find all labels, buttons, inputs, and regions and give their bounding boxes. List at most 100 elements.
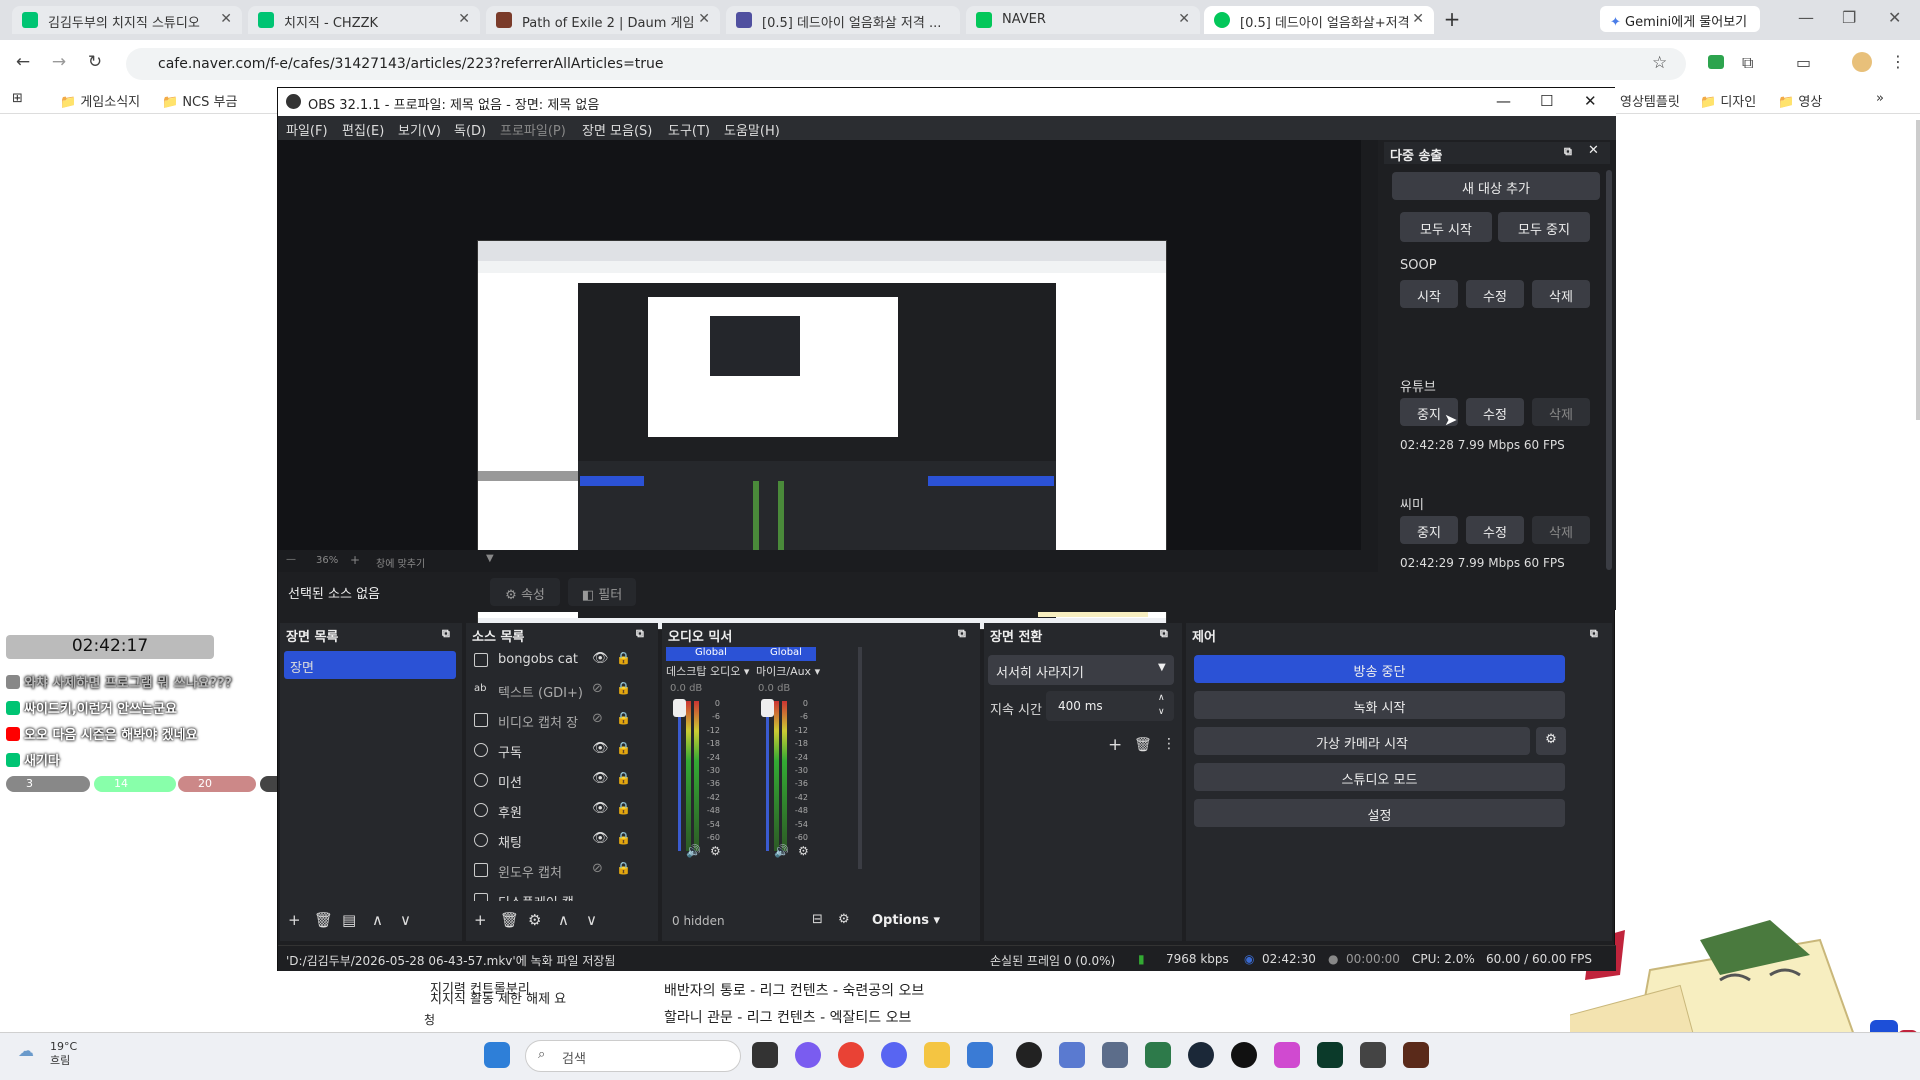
eye-hidden-icon[interactable]: ⊘ <box>592 681 603 696</box>
add-icon[interactable]: + <box>1108 735 1122 755</box>
move-down-icon[interactable]: ∨ <box>586 911 597 929</box>
preview-canvas[interactable] <box>278 140 1378 630</box>
transition-type-select[interactable]: 서서히 사라지기 ▼ <box>988 655 1174 685</box>
multistream-scrollbar[interactable] <box>1606 170 1612 570</box>
mixer-settings-icon[interactable]: ⚙ <box>838 912 850 927</box>
source-item[interactable]: 구독 👁 🔒 <box>474 737 650 765</box>
spin-arrows-icon[interactable]: ∧ ∨ <box>1158 691 1165 719</box>
menu-help[interactable]: 도움말(H) <box>724 120 780 139</box>
undock-icon[interactable]: ⧉ <box>958 627 966 641</box>
channel-name-dropdown[interactable]: 마이크/Aux ▾ <box>756 663 852 679</box>
eye-icon[interactable]: 👁 <box>592 831 609 846</box>
poe-icon[interactable] <box>1403 1042 1429 1068</box>
delete-button[interactable]: 삭제 <box>1532 398 1590 426</box>
layout-toggle-icon[interactable]: ⊟ <box>812 912 823 927</box>
bookmark-star-icon[interactable]: ☆ <box>1652 53 1667 73</box>
menu-kebab-icon[interactable]: ⋮ <box>1162 736 1176 752</box>
virtual-camera-settings-button[interactable]: ⚙ <box>1536 727 1566 755</box>
minimize-icon[interactable]: — <box>1496 92 1511 110</box>
start-all-button[interactable]: 모두 시작 <box>1400 212 1492 242</box>
mixer-scrollbar[interactable] <box>858 647 862 869</box>
puzzle-icon[interactable]: ⧉ <box>1742 53 1753 73</box>
eye-icon[interactable]: 👁 <box>592 801 609 816</box>
zoom-out-icon[interactable]: — <box>286 554 296 565</box>
zoom-in-icon[interactable]: + <box>350 553 360 567</box>
scene-filter-icon[interactable]: ▤ <box>342 911 356 929</box>
game-launcher-icon[interactable] <box>1231 1042 1257 1068</box>
options-dropdown[interactable]: Options ▾ <box>872 913 940 928</box>
source-item[interactable]: 비디오 캡처 장 ⊘ 🔒 <box>474 707 650 735</box>
bookmark-folder[interactable]: 📁 게임소식지 <box>60 91 140 110</box>
source-item[interactable]: bongobs cat 👁 🔒 <box>474 647 650 675</box>
chrome-icon[interactable] <box>838 1042 864 1068</box>
delete-button[interactable]: 삭제 <box>1532 516 1590 544</box>
copilot-icon[interactable] <box>795 1042 821 1068</box>
channel-config-icon[interactable]: ⚙ <box>798 844 809 858</box>
app-icon[interactable] <box>1059 1042 1085 1068</box>
speaker-icon[interactable]: 🔊 <box>686 844 701 858</box>
chzzk-studio-icon[interactable] <box>1317 1042 1343 1068</box>
menu-edit[interactable]: 편집(E) <box>342 120 384 139</box>
eye-hidden-icon[interactable]: ⊘ <box>592 861 603 876</box>
edit-button[interactable]: 수정 <box>1466 280 1524 308</box>
close-window-icon[interactable]: ✕ <box>1584 92 1597 110</box>
profile-avatar[interactable] <box>1852 52 1872 72</box>
close-icon[interactable]: ✕ <box>698 11 710 27</box>
start-virtual-camera-button[interactable]: 가상 카메라 시작 <box>1194 727 1530 755</box>
stop-all-button[interactable]: 모두 중지 <box>1498 212 1590 242</box>
address-bar[interactable]: cafe.naver.com/f-e/cafes/31427143/articl… <box>126 48 1686 80</box>
channel-config-icon[interactable]: ⚙ <box>710 844 721 858</box>
eye-hidden-icon[interactable]: ⊘ <box>592 711 603 726</box>
volume-slider-handle[interactable] <box>761 699 774 717</box>
move-up-icon[interactable]: ∧ <box>372 911 383 929</box>
page-scrollbar[interactable] <box>1916 120 1920 420</box>
weather-widget[interactable]: ☁ 19°C 흐림 <box>18 1040 77 1068</box>
browser-tab-active[interactable]: [0.5] 데드아이 얼음화살+저격 ✕ <box>1204 6 1434 34</box>
close-icon[interactable]: ✕ <box>1178 11 1190 27</box>
bookmark-folder[interactable]: 영상템플릿 <box>1620 91 1680 110</box>
task-view-icon[interactable] <box>752 1042 778 1068</box>
source-item[interactable]: 미션 👁 🔒 <box>474 767 650 795</box>
undock-icon[interactable]: ⧉ <box>442 627 450 641</box>
new-tab-button[interactable]: + <box>1440 8 1464 32</box>
source-item[interactable]: 디스플레이 캡 <box>474 887 650 901</box>
store-icon[interactable] <box>967 1042 993 1068</box>
taskbar-search[interactable]: ⌕ 검색 <box>525 1040 741 1072</box>
undock-icon[interactable]: ⧉ <box>636 627 644 641</box>
menu-file[interactable]: 파일(F) <box>286 120 328 139</box>
eye-icon[interactable]: 👁 <box>592 741 609 756</box>
gear-icon[interactable]: ⚙ <box>528 911 541 929</box>
chevron-down-icon[interactable]: ▼ <box>486 553 494 564</box>
maximize-icon[interactable]: ❐ <box>1842 8 1856 27</box>
volume-slider-track[interactable] <box>766 701 769 851</box>
edit-button[interactable]: 수정 <box>1466 398 1524 426</box>
forward-icon[interactable]: → <box>48 52 70 74</box>
properties-button[interactable]: ⚙ 속성 <box>490 578 560 606</box>
browser-tab[interactable]: [0.5] 데드아이 얼음화살 저격 ... <box>726 6 960 34</box>
discord-icon[interactable] <box>881 1042 907 1068</box>
close-icon[interactable]: ✕ <box>1412 11 1424 27</box>
bookmark-folder[interactable]: 📁 영상 <box>1778 91 1822 110</box>
source-item[interactable]: 후원 👁 🔒 <box>474 797 650 825</box>
duration-spinbox[interactable]: 400 ms ∧ ∨ <box>1046 691 1174 721</box>
lock-icon[interactable]: 🔒 <box>616 771 631 785</box>
app-icon[interactable] <box>1360 1042 1386 1068</box>
undock-icon[interactable]: ⧉ <box>1590 627 1598 641</box>
start-button[interactable]: 시작 <box>1400 280 1458 308</box>
apps-grid-icon[interactable]: ⊞ <box>12 91 23 106</box>
bookmark-folder[interactable]: 📁 디자인 <box>1700 91 1756 110</box>
lock-icon[interactable]: 🔒 <box>616 861 631 875</box>
article-link[interactable]: 배반자의 통로 - 리그 컨텐츠 - 숙련공의 오브 <box>664 980 924 1000</box>
scene-item[interactable]: 장면 <box>284 651 456 679</box>
speaker-icon[interactable]: 🔊 <box>774 844 789 858</box>
add-icon[interactable]: + <box>288 911 301 929</box>
obs-taskbar-icon[interactable] <box>1016 1042 1042 1068</box>
move-up-icon[interactable]: ∧ <box>558 911 569 929</box>
close-icon[interactable]: ✕ <box>220 11 232 27</box>
browser-tab[interactable]: 김김두부의 치지직 스튜디오 ✕ <box>12 6 242 34</box>
browser-tab[interactable]: Path of Exile 2 | Daum 게임 ✕ <box>486 6 720 34</box>
stop-streaming-button[interactable]: 방송 중단 <box>1194 655 1565 683</box>
source-item[interactable]: ab 텍스트 (GDI+) ⊘ 🔒 <box>474 677 650 705</box>
browser-tab[interactable]: NAVER ✕ <box>966 6 1200 34</box>
bookmark-folder[interactable]: 📁 NCS 부금 <box>162 91 237 110</box>
